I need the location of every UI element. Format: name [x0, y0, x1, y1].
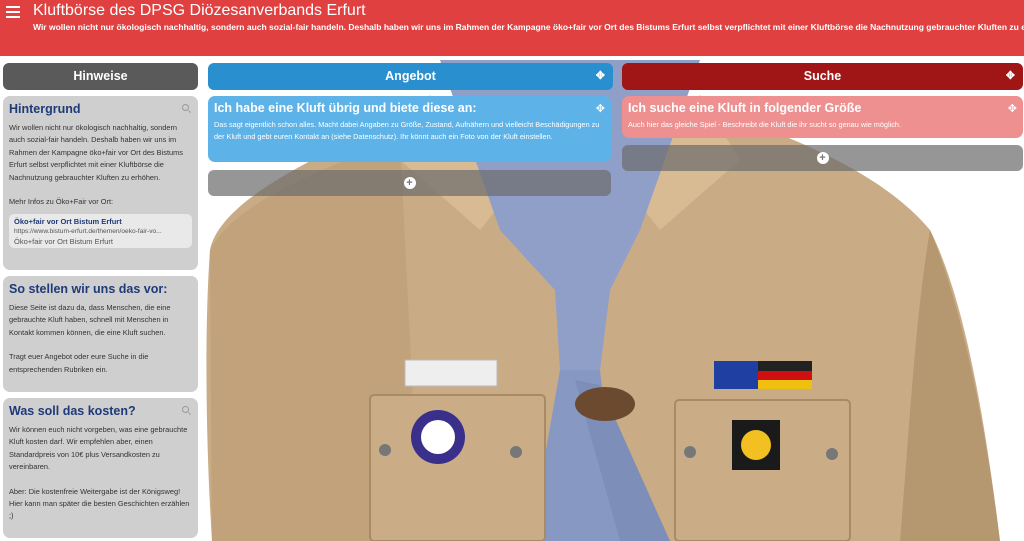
card-angebot[interactable]: ✥ Ich habe eine Kluft übrig und biete di…: [208, 96, 611, 162]
hamburger-icon[interactable]: [6, 6, 20, 18]
move-icon[interactable]: ✥: [1006, 63, 1015, 90]
card-title: Ich suche eine Kluft in folgender Größe: [628, 101, 862, 115]
card-hintergrund[interactable]: Hintergrund Wir wollen nicht nur ökologi…: [3, 96, 198, 270]
card-text: Auch hier das gleiche Spiel - Beschreibt…: [628, 120, 901, 129]
move-icon[interactable]: ✥: [596, 102, 605, 115]
card-more-text: Mehr Infos zu Öko+Fair vor Ort:: [9, 197, 114, 207]
page-subtitle: Wir wollen nicht nur ökologisch nachhalt…: [33, 22, 1024, 32]
plus-icon[interactable]: +: [816, 152, 829, 164]
column-header-hinweise: Hinweise: [3, 63, 198, 90]
card-text: Wir wollen nicht nur ökologisch nachhalt…: [9, 123, 183, 182]
column-header-angebot: Angebot ✥: [208, 63, 613, 90]
move-icon[interactable]: ✥: [596, 63, 605, 90]
card-title: Was soll das kosten?: [9, 404, 136, 418]
card-text: Das sagt eigentlich schon alles. Macht d…: [214, 120, 600, 142]
card-suche[interactable]: ✥ Ich suche eine Kluft in folgender Größ…: [622, 96, 1023, 138]
link-image-alt: Öko+fair vor Ort Bistum Erfurt: [14, 237, 113, 247]
card-text: Tragt euer Angebot oder eure Suche in di…: [9, 352, 149, 374]
column-label-suche: Suche: [803, 69, 842, 83]
link-url[interactable]: https://www.bistum-erfurt.de/themen/oeko…: [14, 228, 187, 235]
move-icon[interactable]: ✥: [1008, 102, 1017, 115]
card-title: So stellen wir uns das vor:: [9, 282, 168, 296]
link-preview[interactable]: Öko+fair vor Ort Bistum Erfurt https://w…: [9, 214, 192, 249]
column-header-suche: Suche ✥: [622, 63, 1023, 90]
card-title: Hintergrund: [9, 102, 81, 116]
page-title: Kluftbörse des DPSG Diözesanverbands Erf…: [33, 2, 366, 19]
card-title: Ich habe eine Kluft übrig und biete dies…: [214, 101, 477, 115]
search-icon[interactable]: [182, 406, 189, 413]
column-label-angebot: Angebot: [385, 69, 436, 83]
app-header: Kluftbörse des DPSG Diözesanverbands Erf…: [0, 0, 1024, 56]
card-vorstellung[interactable]: So stellen wir uns das vor: Diese Seite …: [3, 276, 198, 392]
column-label-hinweise: Hinweise: [73, 69, 128, 83]
card-text: Wir können euch nicht vorgeben, was eine…: [9, 425, 188, 472]
search-icon[interactable]: [182, 104, 189, 111]
card-text: Aber: Die kostenfreie Weitergabe ist der…: [9, 486, 190, 521]
add-post-button-angebot[interactable]: +: [208, 170, 611, 196]
card-kosten[interactable]: Was soll das kosten? Wir können euch nic…: [3, 398, 198, 538]
plus-icon[interactable]: +: [403, 177, 416, 189]
card-text: Diese Seite ist dazu da, dass Menschen, …: [9, 303, 171, 337]
link-title[interactable]: Öko+fair vor Ort Bistum Erfurt: [14, 217, 187, 226]
add-post-button-suche[interactable]: +: [622, 145, 1023, 171]
